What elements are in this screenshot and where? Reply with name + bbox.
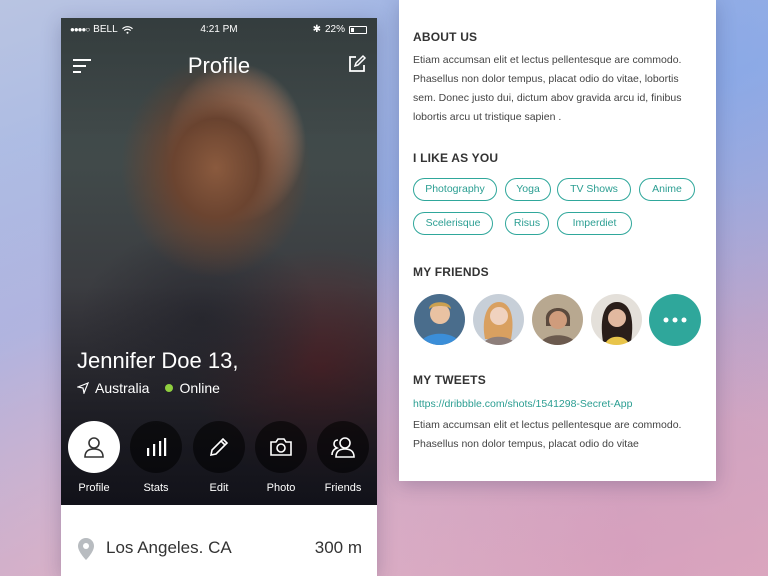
tab-stats-circle — [130, 421, 182, 473]
friend-avatar[interactable] — [414, 294, 465, 345]
tab-label: Edit — [209, 482, 229, 494]
interest-tag[interactable]: Risus — [505, 212, 549, 235]
friend-photo-2 — [473, 294, 524, 345]
location-distance: 300 m — [314, 538, 362, 557]
friend-avatar[interactable] — [473, 294, 524, 345]
profile-location-row: Australia Online — [77, 380, 220, 396]
friend-photo-3 — [532, 294, 583, 345]
status-right: ✱ 22% — [313, 24, 367, 35]
tab-label: Friends — [324, 482, 362, 494]
about-title: ABOUT US — [413, 30, 478, 44]
map-pin-icon — [78, 538, 94, 560]
tab-friends[interactable]: Friends — [316, 421, 370, 494]
tab-label: Profile — [78, 482, 110, 494]
pencil-icon — [209, 437, 229, 457]
compose-icon[interactable] — [347, 54, 367, 74]
tweet-line: Etiam accumsan elit et lectus pellentesq… — [413, 419, 682, 431]
profile-screen: ●●●●○ BELL 4:21 PM ✱ 22% Profile Jennife… — [61, 18, 377, 576]
bluetooth-icon: ✱ — [312, 24, 321, 35]
interest-tag[interactable]: TV Shows — [557, 178, 631, 201]
interest-tag[interactable]: Yoga — [505, 178, 551, 201]
bar-chart-icon — [147, 438, 167, 456]
tab-label: Photo — [266, 482, 296, 494]
friend-avatar[interactable] — [591, 294, 642, 345]
tweet-line: Phasellus non dolor tempus, placat odio … — [413, 438, 639, 450]
more-dots-icon — [663, 317, 687, 323]
battery-percent: 22% — [324, 24, 345, 35]
tab-profile[interactable]: Profile — [67, 421, 121, 494]
tab-edit[interactable]: Edit — [192, 421, 246, 494]
interest-tag[interactable]: Imperdiet — [557, 212, 632, 235]
friend-photo-4 — [591, 294, 642, 345]
about-line: Phasellus non dolor tempus, placat odio … — [413, 73, 679, 85]
page-title: Profile — [187, 53, 251, 78]
tab-friends-circle — [317, 421, 369, 473]
location-city: Los Angeles. CA — [106, 538, 232, 557]
interest-tag[interactable]: Scelerisque — [413, 212, 493, 235]
friend-avatar[interactable] — [532, 294, 583, 345]
profile-name: Jennifer Doe 13, — [77, 348, 239, 373]
tab-stats[interactable]: Stats — [129, 421, 183, 494]
about-text: Etiam accumsan elit et lectus pellentesq… — [413, 51, 705, 127]
tab-photo[interactable]: Photo — [254, 421, 308, 494]
profile-details-card: ABOUT US Etiam accumsan elit et lectus p… — [399, 0, 716, 481]
online-status-dot — [165, 384, 174, 392]
interest-tag[interactable]: Photography — [413, 178, 497, 201]
location-arrow-icon — [77, 382, 89, 394]
user-icon — [84, 437, 104, 458]
tab-edit-circle — [193, 421, 245, 473]
status-bar: ●●●●○ BELL 4:21 PM ✱ 22% — [61, 18, 377, 42]
about-line: lobortis arcu ut tristique sapien . — [413, 111, 562, 123]
tweets-title: MY TWEETS — [413, 373, 486, 387]
friends-icon — [331, 437, 355, 458]
profile-status: Online — [179, 380, 220, 396]
battery-icon — [349, 25, 367, 34]
profile-country: Australia — [95, 380, 150, 396]
tab-profile-circle — [68, 421, 120, 473]
camera-icon — [270, 438, 292, 456]
interest-tag[interactable]: Anime — [639, 178, 695, 201]
location-row[interactable]: Los Angeles. CA 300 m — [61, 505, 377, 576]
tab-label: Stats — [143, 482, 169, 494]
more-friends-button[interactable] — [649, 294, 701, 346]
friend-photo-1 — [414, 294, 465, 345]
profile-tab-bar: Profile Stats Edit Photo Friends — [61, 418, 377, 505]
tab-photo-circle — [255, 421, 307, 473]
about-line: Etiam accumsan elit et lectus pellentesq… — [413, 54, 682, 66]
tweet-text: Etiam accumsan elit et lectus pellentesq… — [413, 416, 705, 454]
about-line: sem. Donec justo dui, dictum abov gravid… — [413, 92, 682, 104]
tweet-link[interactable]: https://dribbble.com/shots/1541298-Secre… — [413, 398, 632, 410]
friends-title: MY FRIENDS — [413, 265, 489, 279]
likes-title: I LIKE AS YOU — [413, 151, 499, 165]
